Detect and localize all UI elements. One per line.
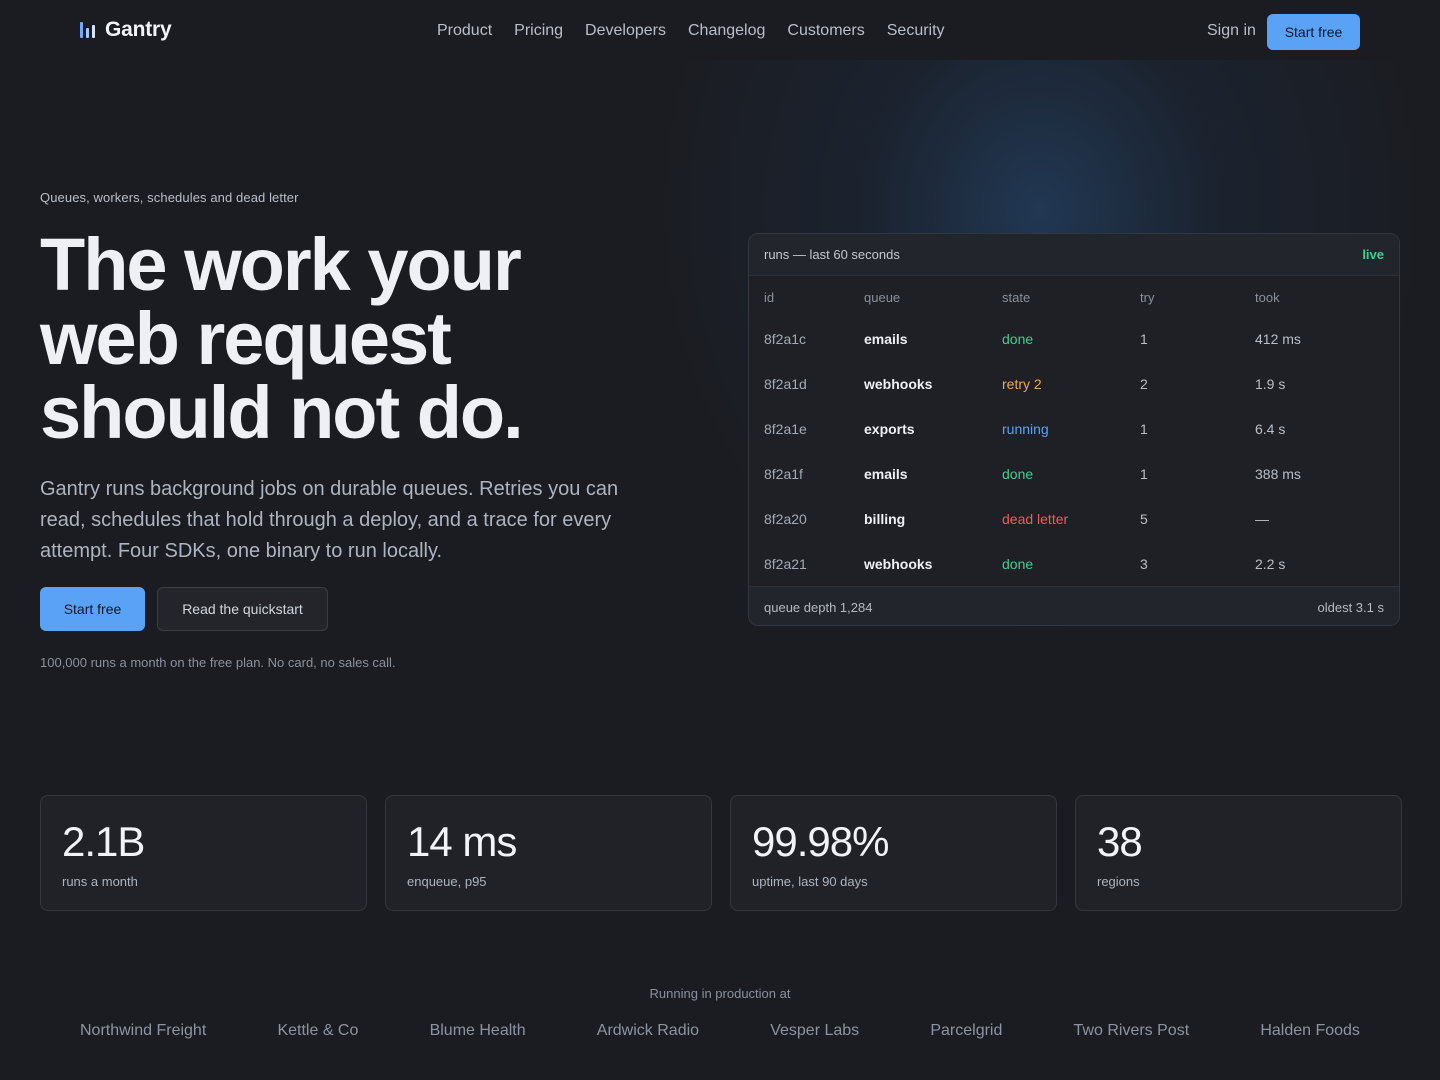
nav-start-free-button[interactable]: Start free: [1267, 14, 1360, 50]
cell-state: done: [1002, 330, 1034, 347]
oldest-run-age: oldest 3.1 s: [1317, 600, 1385, 615]
customer-logo: Two Rivers Post: [1073, 1022, 1190, 1039]
cell-queue: billing: [864, 510, 906, 527]
cell-took: 6.4 s: [1255, 420, 1286, 437]
stat-label: runs a month: [62, 874, 138, 889]
nav-link-pricing[interactable]: Pricing: [514, 22, 563, 40]
cell-took: —: [1255, 510, 1269, 527]
free-plan-note: 100,000 runs a month on the free plan. N…: [40, 655, 396, 670]
headline-line-1: The work your: [40, 223, 522, 306]
runs-panel-title: runs — last 60 seconds: [764, 247, 900, 262]
table-row[interactable]: 8f2a1d webhooks retry 2 2 1.9 s: [749, 361, 1399, 406]
hero-cta-row: Start free Read the quickstart: [40, 587, 328, 631]
cell-try: 1: [1140, 465, 1148, 482]
table-row[interactable]: 8f2a1e exports running 1 6.4 s: [749, 406, 1399, 451]
stat-card-regions: 38 regions: [1075, 795, 1402, 911]
top-nav: Gantry Product Pricing Developers Change…: [0, 0, 1440, 64]
cell-state: dead letter: [1002, 510, 1069, 527]
nav-link-customers[interactable]: Customers: [787, 22, 864, 40]
customer-logo: Northwind Freight: [80, 1022, 207, 1039]
runs-table: id queue state try took 8f2a1c emails done…: [749, 276, 1399, 586]
cell-state: retry 2: [1002, 375, 1042, 392]
cell-took: 1.9 s: [1255, 375, 1286, 392]
live-badge: live: [1362, 247, 1384, 262]
cell-took: 388 ms: [1255, 465, 1301, 482]
nav-link-changelog[interactable]: Changelog: [688, 22, 765, 40]
cell-id: 8f2a1e: [764, 420, 807, 437]
nav-links: Product Pricing Developers Changelog Cus…: [437, 22, 945, 40]
stat-card-runs: 2.1B runs a month: [40, 795, 367, 911]
cell-queue: exports: [864, 420, 915, 437]
cell-id: 8f2a1d: [764, 375, 807, 392]
runs-table-body: 8f2a1c emails done 1 412 ms 8f2a1d webhooks ret…: [749, 316, 1399, 586]
stat-value: 38: [1097, 818, 1143, 865]
cell-try: 3: [1140, 555, 1148, 572]
table-row[interactable]: 8f2a20 billing dead letter 5 —: [749, 496, 1399, 541]
brand-logo[interactable]: Gantry: [80, 18, 172, 42]
customers-label: Running in production at: [649, 986, 791, 1001]
hero-lede: Gantry runs background jobs on durable q…: [40, 478, 619, 562]
table-row[interactable]: 8f2a21 webhooks done 3 2.2 s: [749, 541, 1399, 586]
column-header-try: try: [1140, 289, 1155, 305]
customer-logo: Halden Foods: [1260, 1022, 1360, 1039]
queue-depth: queue depth 1,284: [764, 600, 873, 615]
cell-id: 8f2a1c: [764, 330, 807, 347]
cell-took: 412 ms: [1255, 330, 1301, 347]
stat-value: 99.98%: [752, 818, 889, 865]
cell-state: done: [1002, 465, 1034, 482]
column-header-state: state: [1002, 289, 1031, 305]
cell-state: running: [1002, 420, 1049, 437]
nav-link-developers[interactable]: Developers: [585, 22, 666, 40]
quickstart-button[interactable]: Read the quickstart: [157, 587, 328, 631]
signin-link[interactable]: Sign in: [1207, 22, 1256, 40]
headline-line-3: should not do.: [40, 371, 524, 454]
hero-eyebrow: Queues, workers, schedules and dead lett…: [40, 190, 299, 205]
brand-name: Gantry: [105, 18, 172, 41]
customer-logo: Kettle & Co: [277, 1022, 359, 1039]
column-header-id: id: [764, 289, 775, 305]
stat-value: 14 ms: [407, 818, 517, 865]
runs-panel: runs — last 60 seconds live id queue sta…: [748, 233, 1400, 626]
cell-try: 5: [1140, 510, 1148, 527]
headline-line-2: web request: [40, 297, 452, 380]
cell-try: 2: [1140, 375, 1148, 392]
column-header-took: took: [1255, 289, 1280, 305]
runs-panel-footer: queue depth 1,284 oldest 3.1 s: [749, 586, 1399, 625]
cell-queue: emails: [864, 465, 908, 482]
hero-start-free-button[interactable]: Start free: [40, 587, 145, 631]
cell-id: 8f2a21: [764, 555, 807, 572]
cell-try: 1: [1140, 330, 1148, 347]
cell-id: 8f2a20: [764, 510, 807, 527]
cell-id: 8f2a1f: [764, 465, 803, 482]
cell-queue: webhooks: [864, 375, 933, 392]
customer-logos: Northwind Freight Kettle & Co Blume Heal…: [80, 1022, 1360, 1040]
cell-took: 2.2 s: [1255, 555, 1286, 572]
table-row[interactable]: 8f2a1c emails done 1 412 ms: [749, 316, 1399, 361]
stat-label: enqueue, p95: [407, 874, 487, 889]
stat-value: 2.1B: [62, 818, 145, 865]
nav-link-security[interactable]: Security: [887, 22, 945, 40]
customer-logo: Vesper Labs: [770, 1022, 860, 1039]
cell-state: done: [1002, 555, 1034, 572]
stat-card-enqueue: 14 ms enqueue, p95: [385, 795, 712, 911]
stat-card-uptime: 99.98% uptime, last 90 days: [730, 795, 1057, 911]
cell-try: 1: [1140, 420, 1148, 437]
customer-logo: Blume Health: [429, 1022, 526, 1039]
table-row[interactable]: 8f2a1f emails done 1 388 ms: [749, 451, 1399, 496]
bars-logo-icon: [80, 22, 95, 38]
hero-headline: The work your web request should not do.: [40, 228, 660, 450]
nav-link-product[interactable]: Product: [437, 22, 492, 40]
stat-label: regions: [1097, 874, 1140, 889]
cell-queue: webhooks: [864, 555, 933, 572]
stat-label: uptime, last 90 days: [752, 874, 868, 889]
column-header-queue: queue: [864, 289, 901, 305]
customer-logo: Parcelgrid: [930, 1022, 1003, 1039]
customer-logo: Ardwick Radio: [596, 1022, 700, 1039]
stats-row: 2.1B runs a month 14 ms enqueue, p95 99.…: [40, 795, 1402, 911]
runs-table-header: id queue state try took: [749, 276, 1399, 316]
runs-panel-header: runs — last 60 seconds live: [749, 234, 1399, 276]
cell-queue: emails: [864, 330, 908, 347]
